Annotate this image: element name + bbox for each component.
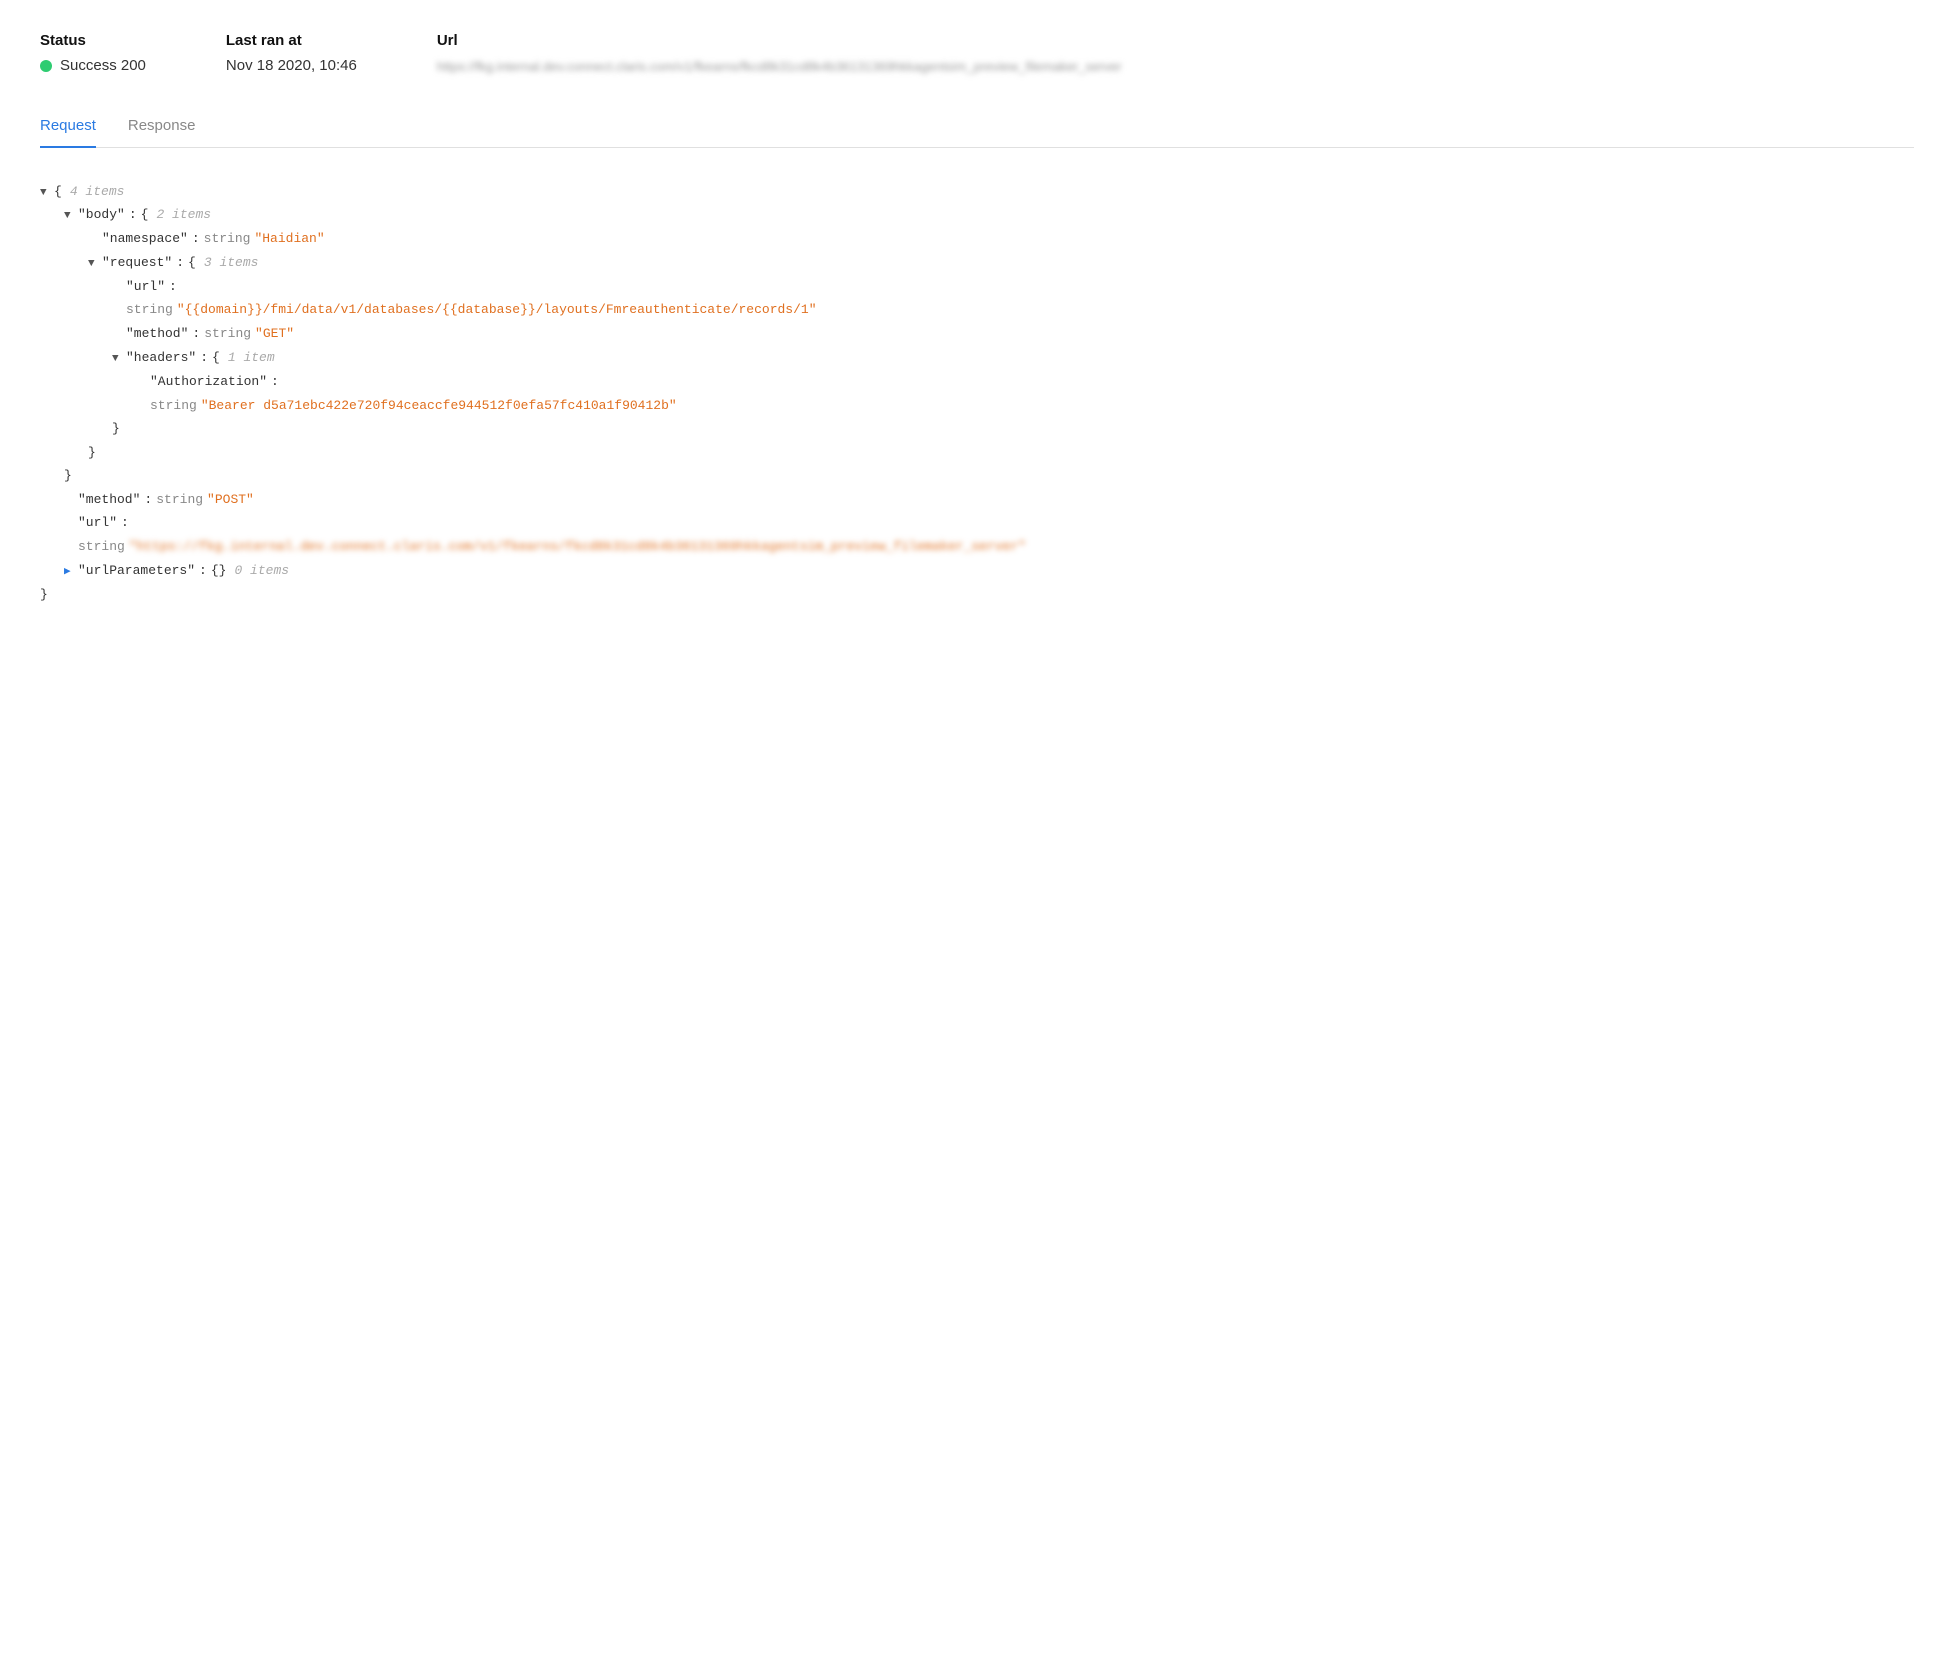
status-dot — [40, 60, 52, 72]
request-meta: 3 items — [204, 251, 259, 274]
status-section: Status Success 200 — [40, 32, 146, 74]
auth-key-row: ▼ "Authorization" : — [40, 370, 1914, 394]
outer-url-key-row: ▼ "url" : — [40, 511, 1914, 535]
tabs: Request Response — [40, 109, 1914, 148]
status-text: Success 200 — [60, 57, 146, 74]
url-value-row: ▼ string "{{domain}}/fmi/data/v1/databas… — [40, 298, 1914, 322]
status-label: Status — [40, 32, 146, 49]
request-row: ▼ "request" : { 3 items — [40, 251, 1914, 275]
outer-url-value-row: ▼ string "https://fkg.internal.dev.conne… — [40, 535, 1914, 559]
body-close: } — [40, 464, 1914, 487]
body-toggle[interactable]: ▼ — [64, 207, 78, 227]
tab-request[interactable]: Request — [40, 109, 96, 148]
url-label: Url — [437, 32, 857, 49]
url-section: Url https://fkg.internal.dev.connect.cla… — [437, 32, 857, 77]
auth-value-row: ▼ string "Bearer d5a71ebc422e720f94ceacc… — [40, 394, 1914, 418]
url-params-row: ▶ "urlParameters" : {} 0 items — [40, 559, 1914, 583]
tab-response[interactable]: Response — [128, 109, 196, 148]
request-toggle[interactable]: ▼ — [88, 255, 102, 275]
status-bar: Status Success 200 Last ran at Nov 18 20… — [40, 32, 1914, 77]
body-row: ▼ "body" : { 2 items — [40, 203, 1914, 227]
headers-toggle[interactable]: ▼ — [112, 350, 126, 370]
root-row: ▼ { 4 items — [40, 180, 1914, 204]
last-ran-label: Last ran at — [226, 32, 357, 49]
root-close: } — [40, 583, 1914, 606]
last-ran-section: Last ran at Nov 18 2020, 10:46 — [226, 32, 357, 74]
url-value: https://fkg.internal.dev.connect.claris.… — [437, 57, 857, 77]
request-close: } — [40, 441, 1914, 464]
body-meta: 2 items — [156, 203, 211, 226]
headers-close: } — [40, 417, 1914, 440]
outer-url-value: "https://fkg.internal.dev.connect.claris… — [129, 535, 1026, 558]
json-viewer: ▼ { 4 items ▼ "body" : { 2 items ▼ "name… — [40, 172, 1914, 615]
root-meta: 4 items — [70, 180, 125, 203]
headers-row: ▼ "headers" : { 1 item — [40, 346, 1914, 370]
url-params-meta: 0 items — [234, 559, 289, 582]
last-ran-value: Nov 18 2020, 10:46 — [226, 57, 357, 74]
root-toggle[interactable]: ▼ — [40, 184, 54, 204]
status-value: Success 200 — [40, 57, 146, 74]
namespace-row: ▼ "namespace" : string "Haidian" — [40, 227, 1914, 251]
url-params-toggle[interactable]: ▶ — [64, 563, 78, 583]
url-key-row: ▼ "url" : — [40, 275, 1914, 299]
outer-method-row: ▼ "method" : string "POST" — [40, 488, 1914, 512]
method-row: ▼ "method" : string "GET" — [40, 322, 1914, 346]
headers-meta: 1 item — [228, 346, 275, 369]
